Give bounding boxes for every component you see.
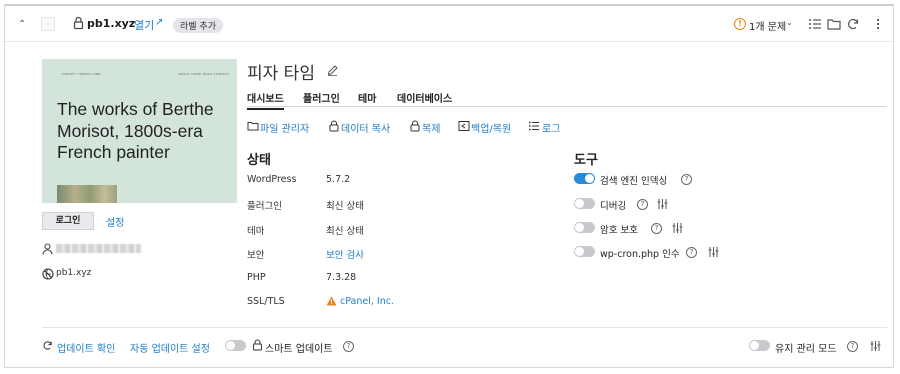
status-heading: 상태	[247, 153, 271, 168]
site-tabs: 대시보드 플러그인 테마 데이터베이스	[247, 89, 887, 110]
tab-themes[interactable]: 테마	[358, 90, 376, 105]
status-value-themes: 최신 상태	[326, 226, 364, 237]
backup-icon[interactable]	[458, 120, 470, 132]
folder-icon[interactable]	[827, 17, 841, 31]
smart-update-toggle[interactable]	[225, 340, 246, 351]
preview-site-nav: ABOUT HOME BLOG CONTACT	[178, 72, 230, 76]
user-icon	[42, 243, 53, 255]
site-preview-thumbnail[interactable]: TWENTY TWENTY-ONE ABOUT HOME BLOG CONTAC…	[42, 59, 237, 203]
issues-dropdown[interactable]: 1개 문제	[749, 18, 786, 33]
help-icon[interactable]: ?	[681, 174, 692, 185]
search-indexing-label: 검색 엔진 인덱싱	[600, 176, 668, 187]
settings-link[interactable]: 설정	[106, 214, 124, 229]
tab-dashboard[interactable]: 대시보드	[247, 90, 284, 110]
password-protection-toggle[interactable]	[574, 222, 595, 233]
help-icon[interactable]: ?	[637, 199, 648, 210]
logs-link[interactable]: 로그	[542, 120, 560, 135]
lock-icon[interactable]	[409, 120, 421, 132]
site-card: ⌃ pb1.xyz 열기 ↗ 라벨 추가 ! 1개 문제 ⌄ TWENTY TW…	[4, 4, 894, 368]
lock-icon[interactable]	[328, 120, 340, 132]
globe-off-icon	[42, 268, 54, 280]
lock-icon	[253, 339, 262, 351]
site-url: pb1.xyz	[56, 268, 92, 278]
status-key-ssl: SSL/TLS	[247, 296, 285, 307]
warning-triangle-icon	[326, 296, 337, 306]
status-value-plugins: 최신 상태	[326, 201, 364, 212]
chevron-up-icon[interactable]: ⌃	[18, 19, 26, 30]
tab-database[interactable]: 데이터베이스	[397, 90, 452, 105]
sliders-icon[interactable]	[672, 222, 683, 234]
password-protection-label: 암호 보호	[600, 225, 638, 236]
preview-image	[57, 185, 117, 203]
refresh-icon[interactable]	[846, 17, 860, 31]
help-icon[interactable]: ?	[651, 223, 662, 234]
external-link-icon[interactable]: ↗	[155, 17, 163, 28]
check-updates-link[interactable]: 업데이트 확인	[57, 340, 115, 355]
list-icon[interactable]	[528, 120, 540, 132]
blurred-username	[56, 244, 141, 253]
security-scan-link[interactable]: 보안 검사	[326, 247, 364, 261]
wp-cron-label: wp-cron.php 인수	[600, 249, 680, 260]
sliders-icon[interactable]	[708, 246, 719, 258]
lock-icon	[73, 16, 84, 30]
edit-pencil-icon[interactable]	[327, 65, 338, 76]
tools-heading: 도구	[574, 153, 598, 168]
tab-plugins[interactable]: 플러그인	[303, 90, 340, 105]
status-key-wordpress: WordPress	[247, 174, 297, 185]
add-label-button[interactable]: 라벨 추가	[173, 18, 223, 33]
auto-update-settings-link[interactable]: 자동 업데이트 설정	[130, 340, 210, 355]
status-value-php: 7.3.28	[326, 272, 357, 283]
select-checkbox[interactable]	[41, 17, 55, 31]
debugging-toggle[interactable]	[574, 198, 595, 209]
open-site-link[interactable]: 열기	[134, 17, 154, 33]
folder-icon[interactable]	[247, 120, 259, 132]
site-title: 피자 타임	[247, 64, 315, 84]
footer-divider	[42, 327, 887, 328]
help-icon[interactable]: ?	[686, 247, 697, 258]
login-button[interactable]: 로그인	[42, 212, 94, 230]
status-value-wordpress: 5.7.2	[326, 174, 351, 185]
status-key-themes: 테마	[247, 226, 265, 237]
clone-link[interactable]: 복제	[422, 120, 440, 135]
maintenance-mode-label: 유지 관리 모드	[775, 344, 837, 355]
site-domain[interactable]: pb1.xyz	[87, 17, 135, 30]
list-icon[interactable]	[808, 17, 822, 31]
ssl-issuer-link[interactable]: cPanel, Inc.	[340, 296, 394, 307]
copy-data-link[interactable]: 데이터 복사	[341, 120, 390, 135]
help-icon[interactable]: ?	[343, 341, 354, 352]
debugging-label: 디버깅	[600, 201, 627, 212]
chevron-down-icon[interactable]: ⌄	[786, 18, 793, 27]
status-key-php: PHP	[247, 272, 266, 283]
refresh-icon[interactable]	[42, 340, 53, 351]
sliders-icon[interactable]	[657, 198, 668, 210]
preview-site-title: TWENTY TWENTY-ONE	[62, 72, 101, 76]
maintenance-mode-toggle[interactable]	[749, 340, 770, 351]
warning-circle-icon: !	[734, 18, 746, 30]
site-card-header: ⌃ pb1.xyz 열기 ↗ 라벨 추가 ! 1개 문제 ⌄	[5, 6, 893, 42]
search-indexing-toggle[interactable]	[574, 173, 595, 184]
status-key-security: 보안	[247, 250, 265, 261]
status-key-plugins: 플러그인	[247, 201, 282, 212]
help-icon[interactable]: ?	[847, 341, 858, 352]
preview-headline: The works of Berthe Morisot, 1800s-era F…	[57, 99, 214, 162]
file-manager-link[interactable]: 파일 관리자	[260, 120, 309, 135]
smart-update-label: 스마트 업데이트	[265, 344, 333, 355]
wp-cron-toggle[interactable]	[574, 246, 595, 257]
sliders-icon[interactable]	[870, 340, 881, 352]
more-vertical-icon[interactable]	[871, 17, 885, 31]
backup-restore-link[interactable]: 백업/복원	[471, 120, 511, 135]
